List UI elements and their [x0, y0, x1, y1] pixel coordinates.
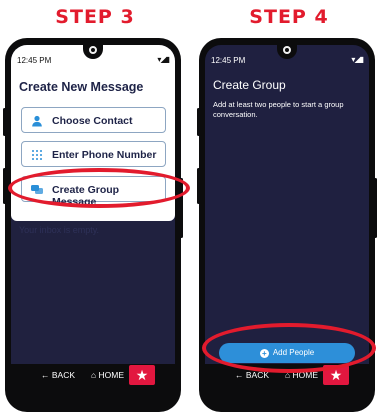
step-4-title: STEP 4	[249, 6, 329, 28]
highlight-create-group-message	[8, 168, 190, 208]
signal-battery-icon: ▾◢▮	[351, 55, 364, 64]
person-icon	[31, 115, 43, 127]
home-icon: ⌂	[91, 370, 97, 380]
signal-battery-icon: ▾◢▮	[157, 55, 170, 64]
back-label: BACK	[51, 370, 76, 380]
choose-contact-button[interactable]: Choose Contact	[21, 107, 166, 133]
volume-button	[3, 108, 6, 136]
choose-contact-label: Choose Contact	[52, 115, 133, 127]
side-button	[197, 168, 200, 204]
status-time: 12:45 PM	[17, 56, 52, 65]
star-logo-button[interactable]: ★	[129, 365, 155, 385]
page-title: Create New Message	[19, 80, 144, 94]
side-button	[3, 168, 6, 204]
highlight-add-people	[202, 323, 376, 373]
phone-step-3: 12:45 PM ▾◢▮ Create New Message Choose C…	[3, 38, 183, 412]
page-title: Create Group	[213, 78, 286, 92]
status-bar: 12:45 PM ▾◢▮	[11, 54, 175, 68]
tutorial-canvas: STEP 3 STEP 4 12:45 PM ▾◢▮ Create New Me…	[0, 0, 379, 416]
dialpad-icon	[31, 149, 43, 161]
step-3-title: STEP 3	[55, 6, 135, 28]
group-instructions: Add at least two people to start a group…	[213, 100, 344, 119]
bottom-nav: ← BACK ⌂ HOME ★	[11, 364, 175, 386]
volume-button	[197, 108, 200, 136]
status-bar: 12:45 PM ▾◢▮	[205, 54, 369, 68]
enter-phone-number-button[interactable]: Enter Phone Number	[21, 141, 166, 167]
enter-phone-number-label: Enter Phone Number	[52, 149, 157, 161]
home-label: HOME	[98, 370, 125, 380]
status-time: 12:45 PM	[211, 56, 246, 65]
power-button	[374, 178, 377, 238]
back-button[interactable]: ← BACK	[41, 370, 75, 380]
screen-step-3: 12:45 PM ▾◢▮ Create New Message Choose C…	[11, 45, 175, 383]
home-button[interactable]: ⌂ HOME	[91, 370, 124, 380]
empty-inbox-text: Your inbox is empty.	[19, 225, 100, 235]
star-icon: ★	[135, 367, 149, 383]
